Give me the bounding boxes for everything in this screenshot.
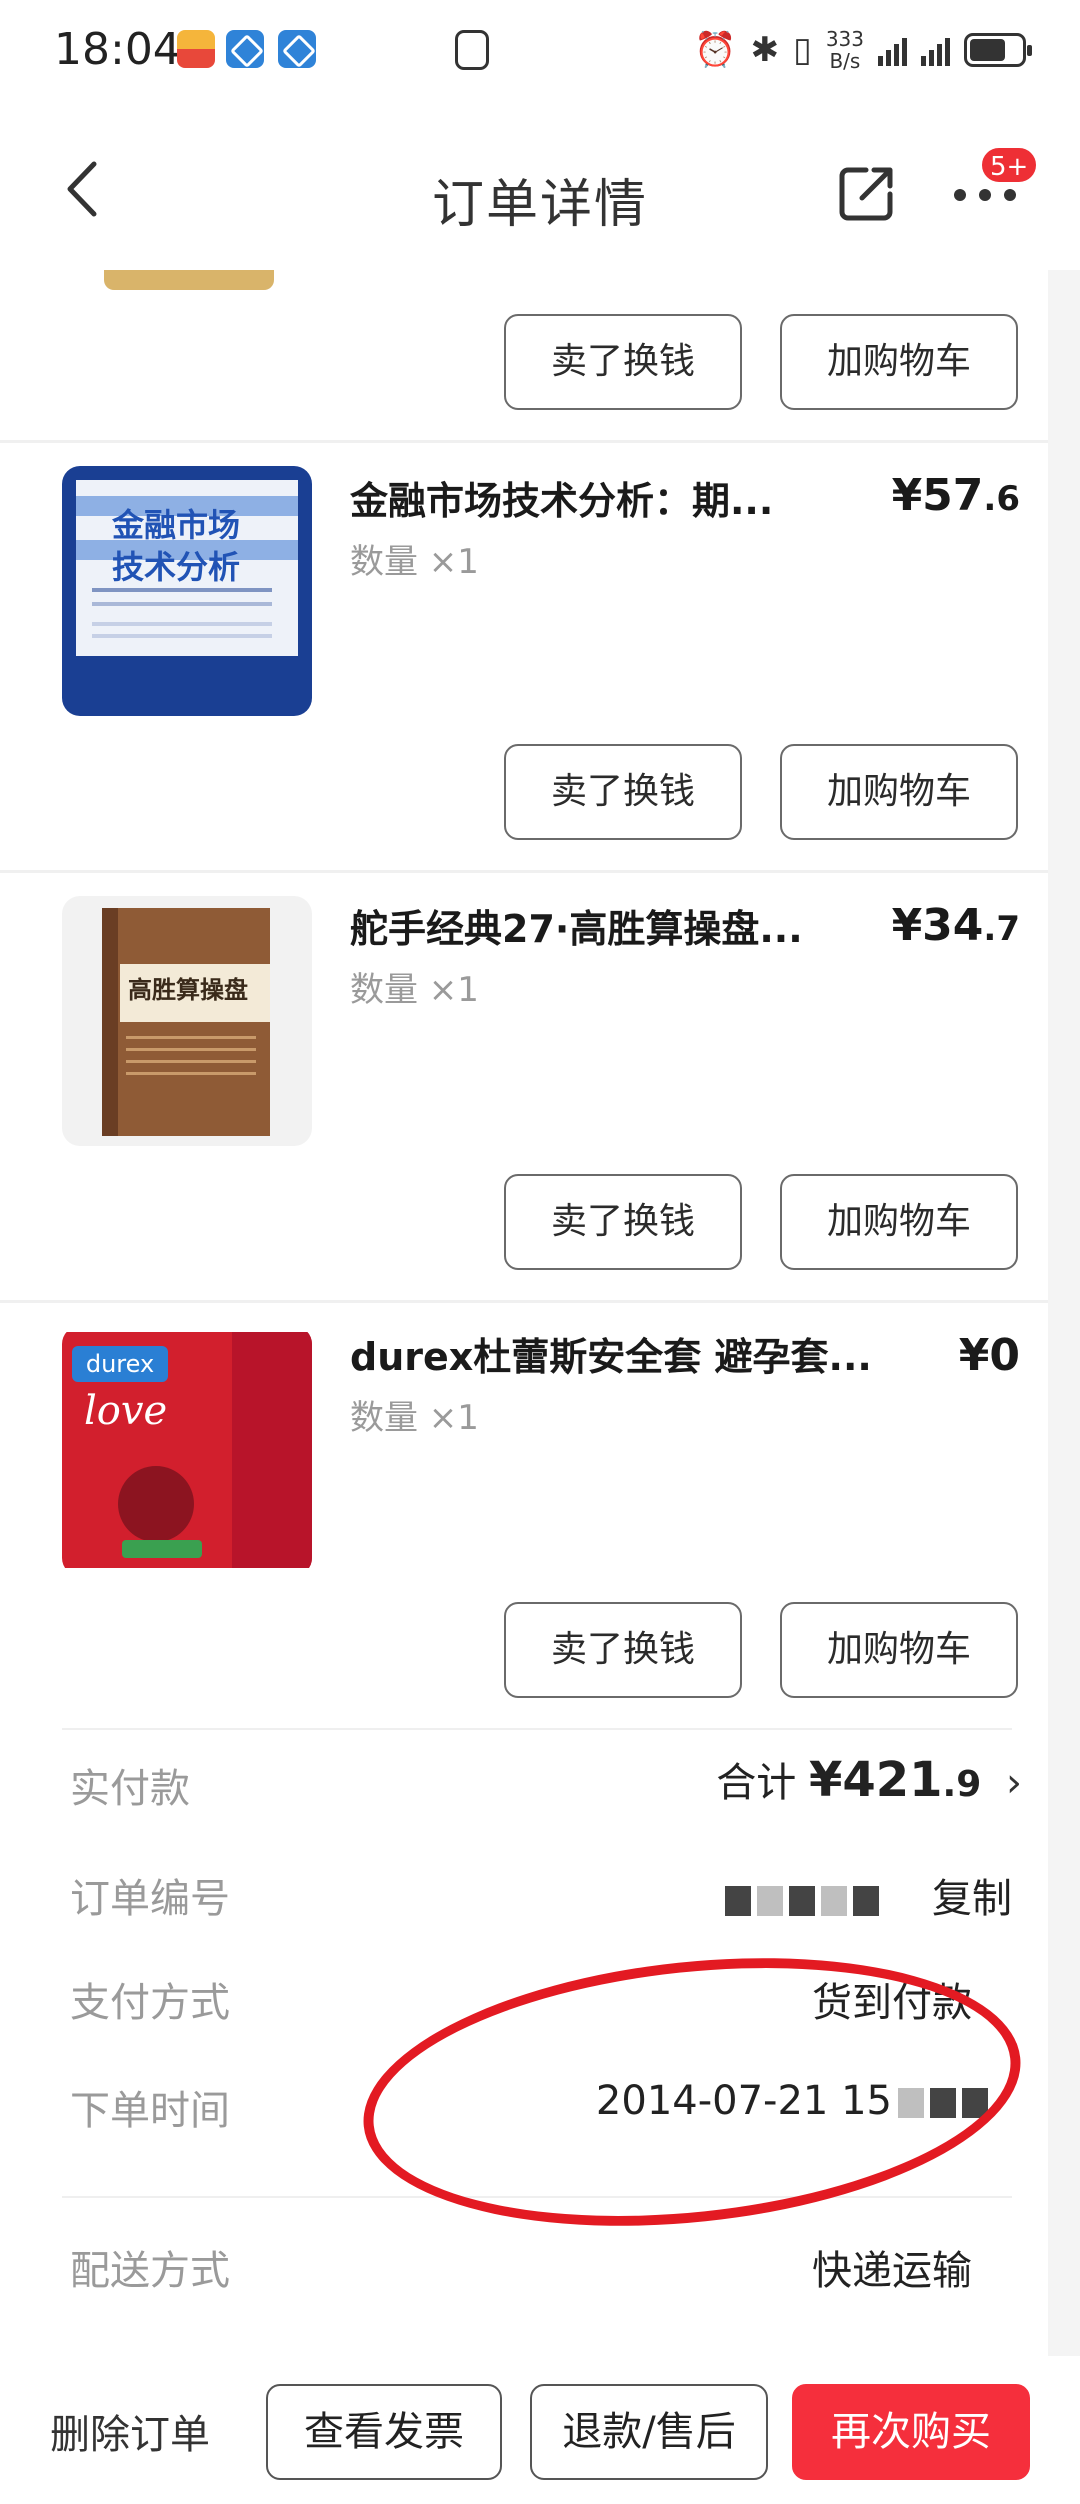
total-decimal: .9 bbox=[942, 1764, 982, 1805]
network-speed-value: 333 bbox=[825, 27, 864, 51]
order-card: 卖了换钱 加购物车 金融市场 技术分析 金融市场技术分析：期... 数量 ×1 … bbox=[0, 270, 1048, 2356]
add-cart-button[interactable]: 加购物车 bbox=[780, 1174, 1018, 1270]
cover-title: 高胜算操盘 bbox=[128, 976, 248, 1004]
paid-label: 实付款 bbox=[70, 1766, 190, 1812]
product-thumbnail[interactable]: 高胜算操盘 bbox=[62, 896, 312, 1146]
price-main: ¥57 bbox=[891, 470, 984, 521]
copy-button[interactable]: 复制 bbox=[932, 1876, 1012, 1922]
signal-icon bbox=[878, 34, 907, 66]
divider bbox=[62, 1728, 1012, 1730]
network-speed-unit: B/s bbox=[829, 49, 861, 73]
cover-title: 技术分析 bbox=[112, 548, 241, 586]
divider bbox=[62, 2196, 1012, 2198]
add-cart-button[interactable]: 加购物车 bbox=[780, 1602, 1018, 1698]
order-time-text: 2014-07-21 15 bbox=[595, 2078, 892, 2124]
notification-app-icon bbox=[226, 30, 264, 68]
price-decimal: .6 bbox=[983, 479, 1020, 519]
total-main: ¥421 bbox=[808, 1752, 943, 1808]
masked-text bbox=[757, 1886, 784, 1916]
rebuy-button[interactable]: 再次购买 bbox=[792, 2384, 1030, 2480]
nav-bar: 订单详情 5+ bbox=[0, 104, 1080, 270]
notification-app-icon bbox=[278, 30, 316, 68]
order-number-label: 订单编号 bbox=[70, 1876, 230, 1922]
product-price: ¥34.7 bbox=[892, 900, 1020, 951]
masked-text bbox=[789, 1886, 816, 1916]
signal-icon bbox=[921, 34, 950, 66]
product-price: ¥0 bbox=[959, 1330, 1020, 1381]
price-decimal: .7 bbox=[983, 909, 1020, 949]
refund-button[interactable]: 退款/售后 bbox=[530, 2384, 768, 2480]
order-number-value: 复制 bbox=[719, 1866, 1012, 1924]
network-speed: 333 B/s bbox=[826, 28, 864, 72]
payment-method-value: 货到付款 bbox=[812, 1980, 972, 2026]
notification-app-icon bbox=[177, 30, 215, 68]
divider bbox=[0, 1300, 1048, 1303]
total-amount[interactable]: 合计 ¥421.9 › bbox=[716, 1750, 1022, 1808]
product-title[interactable]: durex杜蕾斯安全套 避孕套... bbox=[350, 1326, 880, 1381]
battery-icon bbox=[964, 33, 1032, 67]
chevron-right-icon: › bbox=[1006, 1760, 1022, 1806]
price-main: ¥0 bbox=[958, 1330, 1020, 1381]
delivery-method-label: 配送方式 bbox=[70, 2248, 230, 2294]
total-prefix: 合计 bbox=[716, 1760, 809, 1806]
product-thumbnail[interactable]: durex love bbox=[62, 1326, 312, 1576]
order-time-label: 下单时间 bbox=[70, 2088, 230, 2134]
add-cart-button[interactable]: 加购物车 bbox=[780, 314, 1018, 410]
bottom-action-bar: 删除订单 查看发票 退款/售后 再次购买 bbox=[0, 2356, 1080, 2504]
delivery-method-value: 快递运输 bbox=[812, 2248, 972, 2294]
masked-text bbox=[930, 2088, 956, 2118]
alarm-icon: ⏰ bbox=[694, 30, 737, 70]
payment-method-label: 支付方式 bbox=[70, 1980, 230, 2026]
status-bar: 18:04 ⏰ ✱ ▯ 333 B/s bbox=[0, 0, 1080, 104]
sell-button[interactable]: 卖了换钱 bbox=[504, 1174, 742, 1270]
masked-text bbox=[898, 2088, 924, 2118]
cover-title: 金融市场 bbox=[112, 506, 241, 544]
sell-button[interactable]: 卖了换钱 bbox=[504, 1602, 742, 1698]
price-main: ¥34 bbox=[891, 900, 984, 951]
product-thumbnail[interactable] bbox=[104, 270, 274, 290]
page-title: 订单详情 bbox=[431, 175, 648, 235]
share-icon[interactable] bbox=[838, 164, 896, 222]
add-cart-button[interactable]: 加购物车 bbox=[780, 744, 1018, 840]
order-time-value: 2014-07-21 15 bbox=[596, 2078, 988, 2124]
nfc-icon bbox=[455, 30, 489, 70]
product-price: ¥57.6 bbox=[892, 470, 1020, 521]
cover-brand: durex bbox=[72, 1346, 168, 1382]
masked-text bbox=[962, 2088, 988, 2118]
status-time: 18:04 bbox=[54, 24, 181, 75]
product-quantity: 数量 ×1 bbox=[350, 542, 479, 582]
product-title[interactable]: 金融市场技术分析：期... bbox=[350, 470, 880, 525]
product-quantity: 数量 ×1 bbox=[350, 970, 479, 1010]
vibrate-icon: ▯ bbox=[793, 30, 812, 70]
product-title[interactable]: 舵手经典27·高胜算操盘... bbox=[350, 898, 880, 953]
bluetooth-icon: ✱ bbox=[750, 30, 780, 70]
masked-text bbox=[725, 1886, 752, 1916]
delete-order-button[interactable]: 删除订单 bbox=[50, 2402, 210, 2460]
message-badge: 5+ bbox=[980, 146, 1039, 184]
status-indicators: ⏰ ✱ ▯ 333 B/s bbox=[694, 22, 1032, 78]
cover-title: love bbox=[84, 1388, 168, 1434]
masked-text bbox=[821, 1886, 848, 1916]
divider bbox=[0, 440, 1048, 443]
view-invoice-button[interactable]: 查看发票 bbox=[266, 2384, 502, 2480]
product-quantity: 数量 ×1 bbox=[350, 1398, 479, 1438]
divider bbox=[0, 870, 1048, 873]
sell-button[interactable]: 卖了换钱 bbox=[504, 314, 742, 410]
sell-button[interactable]: 卖了换钱 bbox=[504, 744, 742, 840]
masked-text bbox=[853, 1886, 880, 1916]
product-thumbnail[interactable]: 金融市场 技术分析 bbox=[62, 466, 312, 716]
